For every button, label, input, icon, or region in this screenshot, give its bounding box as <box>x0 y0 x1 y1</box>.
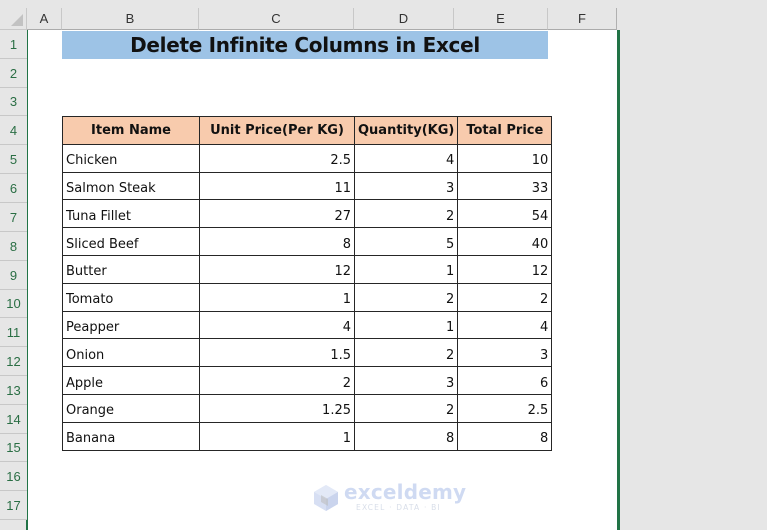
item-name-cell[interactable]: Onion <box>62 338 200 368</box>
total-price-cell[interactable]: 6 <box>457 366 553 395</box>
table-row: Apple 2 3 6 <box>62 366 553 395</box>
item-name-cell[interactable]: Sliced Beef <box>62 227 200 256</box>
table-row: Salmon Steak 11 3 33 <box>62 171 553 201</box>
item-name-cell[interactable]: Orange <box>62 393 200 423</box>
unit-price-cell[interactable]: 1.25 <box>199 393 355 423</box>
item-name-cell[interactable]: Tomato <box>62 282 200 312</box>
unit-price-cell[interactable]: 2.5 <box>199 143 355 173</box>
header-unit-price[interactable]: Unit Price(Per KG) <box>199 116 355 145</box>
quantity-cell[interactable]: 2 <box>353 338 459 368</box>
quantity-cell[interactable]: 5 <box>353 227 459 256</box>
row-header-6[interactable]: 6 <box>0 174 27 203</box>
row-header-9[interactable]: 9 <box>0 261 27 290</box>
unit-price-cell[interactable]: 8 <box>199 227 355 256</box>
total-price-cell[interactable]: 33 <box>457 171 553 201</box>
item-name-cell[interactable]: Tuna Fillet <box>62 199 200 229</box>
unit-price-cell[interactable]: 1.5 <box>199 338 355 368</box>
table-body: Chicken 2.5 4 10 Salmon Steak 11 3 33 Tuna Fille… <box>62 143 553 451</box>
column-header-b[interactable]: B <box>62 8 199 30</box>
unit-price-cell[interactable]: 1 <box>199 282 355 312</box>
total-price-cell[interactable]: 10 <box>457 143 553 173</box>
data-table: Item Name Unit Price(Per KG) Quantity(KG… <box>62 116 553 451</box>
unit-price-cell[interactable]: 4 <box>199 310 355 340</box>
quantity-cell[interactable]: 8 <box>353 421 459 451</box>
column-header-c[interactable]: C <box>199 8 354 30</box>
quantity-cell[interactable]: 1 <box>353 254 459 284</box>
sheet-border-right <box>617 30 620 530</box>
row-header-17[interactable]: 17 <box>0 491 27 520</box>
column-header-end <box>616 8 617 30</box>
unit-price-cell[interactable]: 12 <box>199 254 355 284</box>
header-quantity[interactable]: Quantity(KG) <box>353 116 459 145</box>
unit-price-cell[interactable]: 2 <box>199 366 355 395</box>
select-all-triangle-icon <box>11 14 23 26</box>
quantity-cell[interactable]: 3 <box>353 366 459 395</box>
table-row: Chicken 2.5 4 10 <box>62 143 553 173</box>
row-header-8[interactable]: 8 <box>0 232 27 261</box>
unit-price-cell[interactable]: 27 <box>199 199 355 229</box>
total-price-cell[interactable]: 40 <box>457 227 553 256</box>
row-header-12[interactable]: 12 <box>0 347 27 376</box>
item-name-cell[interactable]: Banana <box>62 421 200 451</box>
item-name-cell[interactable]: Apple <box>62 366 200 395</box>
top-strip <box>0 0 767 8</box>
item-name-cell[interactable]: Chicken <box>62 143 200 173</box>
row-header-13[interactable]: 13 <box>0 376 27 405</box>
quantity-cell[interactable]: 2 <box>353 199 459 229</box>
sheet-title[interactable]: Delete Infinite Columns in Excel <box>62 31 548 59</box>
item-name-cell[interactable]: Salmon Steak <box>62 171 200 201</box>
select-all-button[interactable] <box>0 8 27 30</box>
item-name-cell[interactable]: Peapper <box>62 310 200 340</box>
column-header-d[interactable]: D <box>354 8 454 30</box>
total-price-cell[interactable]: 2 <box>457 282 553 312</box>
table-row: Banana 1 8 8 <box>62 421 553 451</box>
row-header-2[interactable]: 2 <box>0 59 27 88</box>
total-price-cell[interactable]: 54 <box>457 199 553 229</box>
total-price-cell[interactable]: 2.5 <box>457 393 553 423</box>
quantity-cell[interactable]: 3 <box>353 171 459 201</box>
exceldemy-watermark: exceldemy EXCEL · DATA · BI <box>312 480 466 514</box>
row-header-15[interactable]: 15 <box>0 434 27 462</box>
quantity-cell[interactable]: 2 <box>353 282 459 312</box>
column-header-a[interactable]: A <box>27 8 62 30</box>
table-row: Orange 1.25 2 2.5 <box>62 393 553 423</box>
table-header-row: Item Name Unit Price(Per KG) Quantity(KG… <box>62 116 553 145</box>
table-row: Sliced Beef 8 5 40 <box>62 227 553 256</box>
table-row: Tomato 1 2 2 <box>62 282 553 312</box>
row-header-7[interactable]: 7 <box>0 203 27 232</box>
row-header-3[interactable]: 3 <box>0 88 27 116</box>
exceldemy-logo-icon <box>314 485 338 511</box>
table-row: Peapper 4 1 4 <box>62 310 553 340</box>
quantity-cell[interactable]: 4 <box>353 143 459 173</box>
row-header-4[interactable]: 4 <box>0 116 27 145</box>
header-item-name[interactable]: Item Name <box>62 116 200 145</box>
quantity-cell[interactable]: 2 <box>353 393 459 423</box>
row-header-16[interactable]: 16 <box>0 462 27 491</box>
unit-price-cell[interactable]: 11 <box>199 171 355 201</box>
total-price-cell[interactable]: 12 <box>457 254 553 284</box>
column-header-e[interactable]: E <box>454 8 548 30</box>
item-name-cell[interactable]: Butter <box>62 254 200 284</box>
row-header-1[interactable]: 1 <box>0 30 27 59</box>
row-header-5[interactable]: 5 <box>0 145 27 174</box>
table-row: Onion 1.5 2 3 <box>62 338 553 368</box>
table-row: Tuna Fillet 27 2 54 <box>62 199 553 229</box>
table-row: Butter 12 1 12 <box>62 254 553 284</box>
total-price-cell[interactable]: 3 <box>457 338 553 368</box>
header-total-price[interactable]: Total Price <box>457 116 553 145</box>
row-header-10[interactable]: 10 <box>0 290 27 318</box>
total-price-cell[interactable]: 8 <box>457 421 553 451</box>
unit-price-cell[interactable]: 1 <box>199 421 355 451</box>
row-header-14[interactable]: 14 <box>0 405 27 434</box>
total-price-cell[interactable]: 4 <box>457 310 553 340</box>
row-header-11[interactable]: 11 <box>0 318 27 347</box>
watermark-tagline: EXCEL · DATA · BI <box>356 503 441 512</box>
watermark-brand: exceldemy <box>344 480 467 504</box>
column-header-f[interactable]: F <box>548 8 617 30</box>
quantity-cell[interactable]: 1 <box>353 310 459 340</box>
